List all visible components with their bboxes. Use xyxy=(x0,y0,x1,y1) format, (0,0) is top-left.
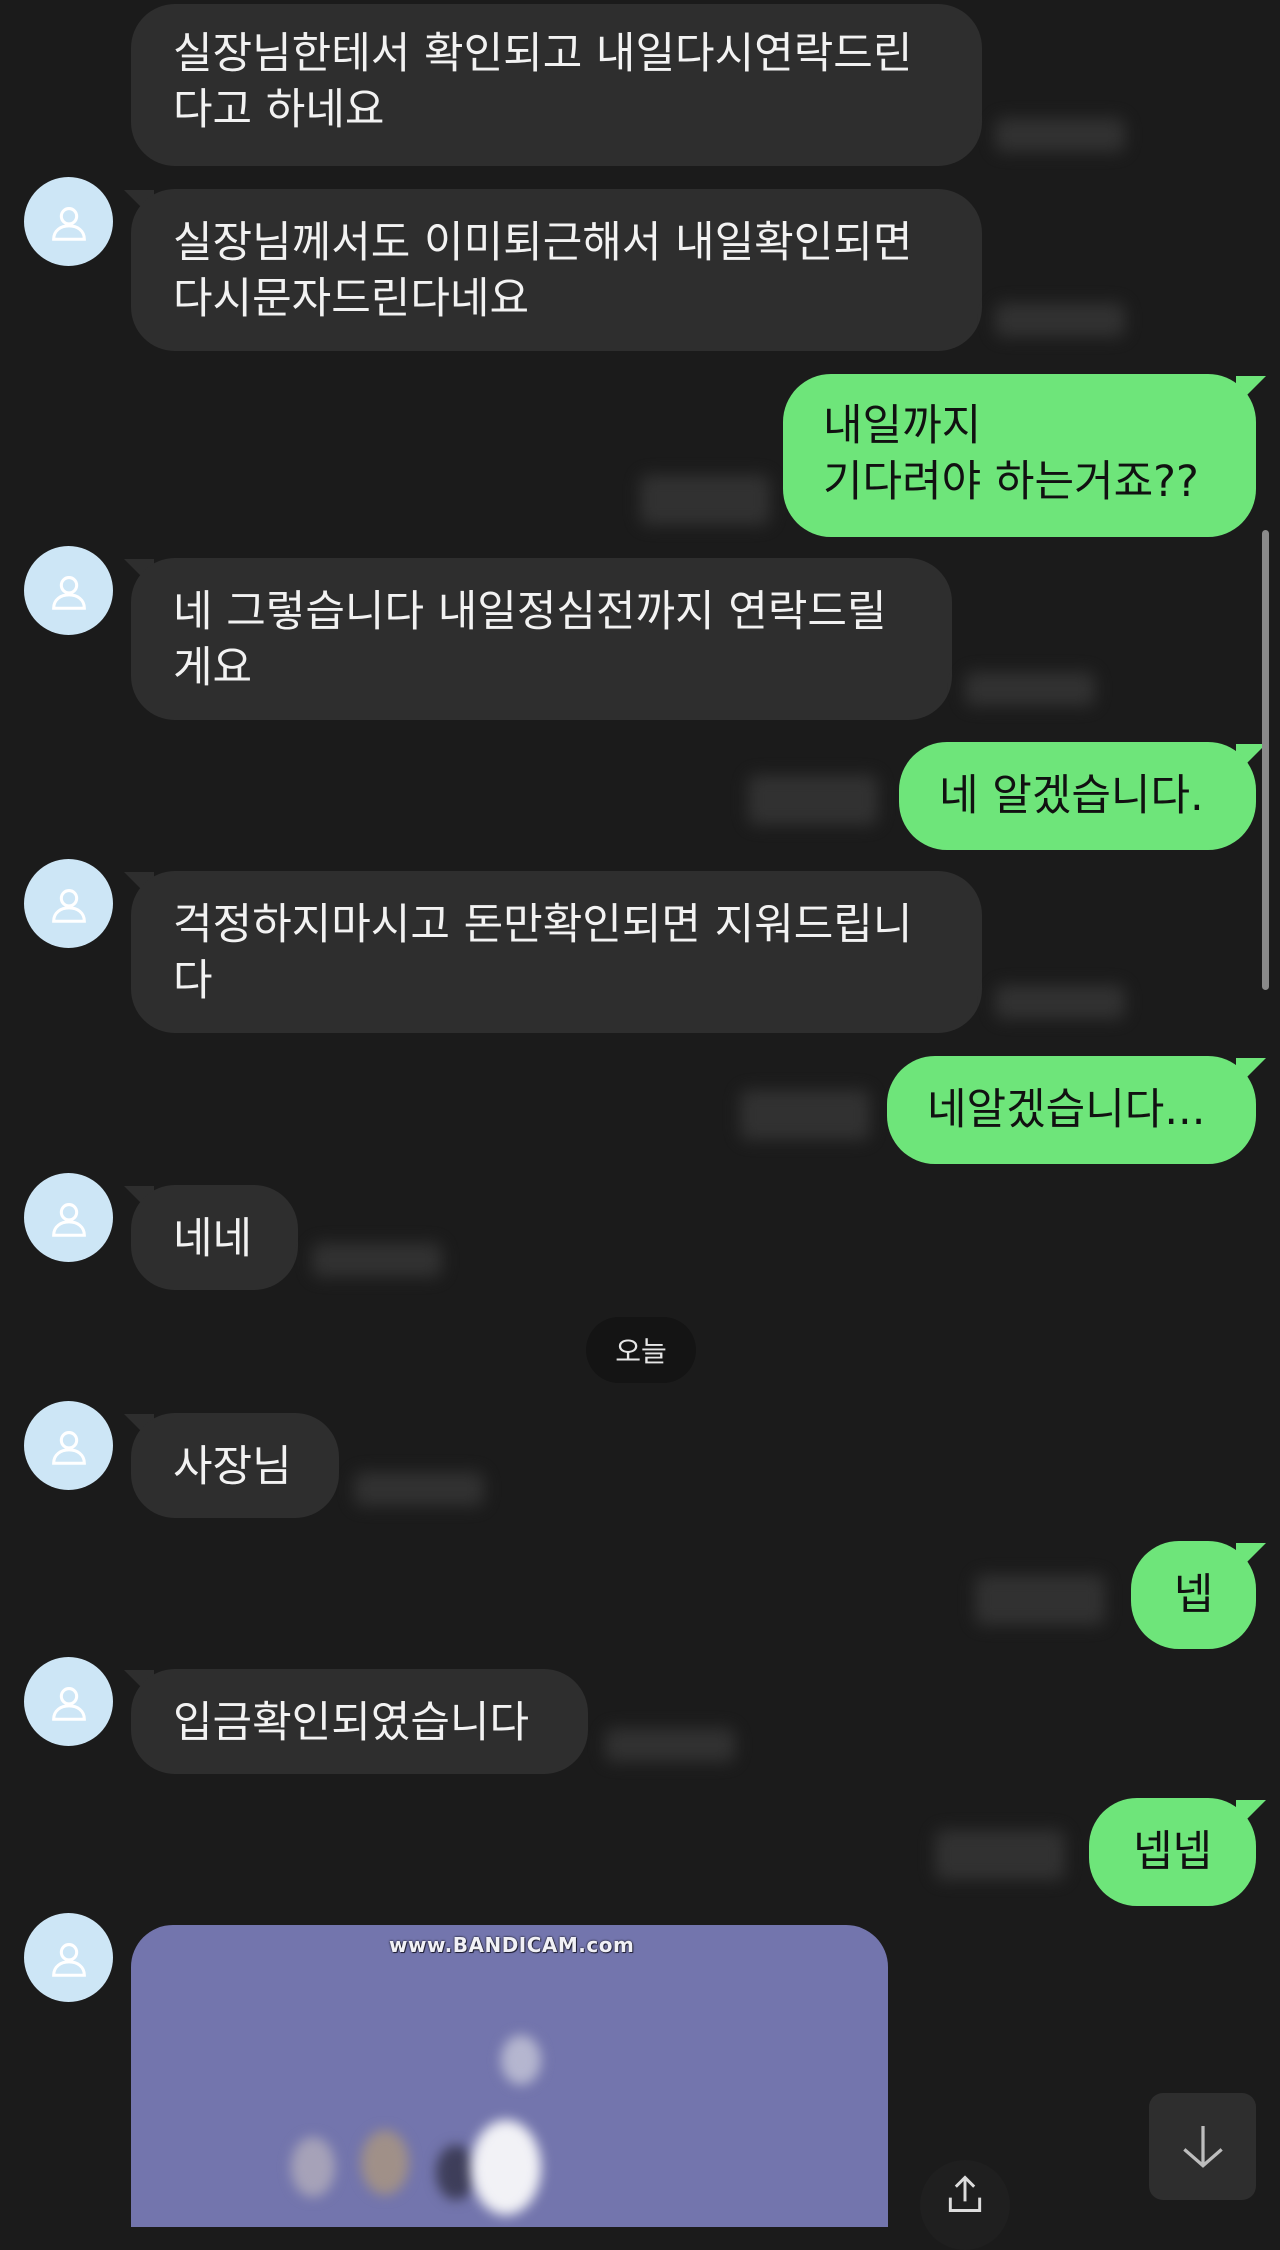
message-time xyxy=(975,1575,1105,1625)
message-time xyxy=(965,672,1095,706)
message-time xyxy=(995,303,1125,337)
message-bubble-outgoing[interactable]: 넵 xyxy=(1131,1541,1256,1649)
message-bubble-incoming[interactable]: 사장님 xyxy=(131,1413,339,1518)
arrow-down-icon xyxy=(1182,2125,1223,2168)
message-bubble-outgoing[interactable]: 네 알겠습니다. xyxy=(899,742,1256,850)
message-bubble-incoming[interactable]: 실장님한테서 확인되고 내일다시연락드린 다고 하네요 xyxy=(131,4,982,166)
avatar[interactable] xyxy=(24,1173,113,1262)
message-bubble-outgoing[interactable]: 네알겠습니다... xyxy=(887,1056,1256,1164)
avatar[interactable] xyxy=(24,1913,113,2002)
message-time xyxy=(312,1243,442,1277)
message-bubble-incoming[interactable]: 입금확인되였습니다 xyxy=(131,1669,588,1774)
message-time xyxy=(605,1728,735,1762)
message-bubble-incoming[interactable]: 실장님께서도 이미퇴근해서 내일확인되면 다시문자드린다네요 xyxy=(131,189,982,351)
scrollbar[interactable] xyxy=(1262,530,1269,990)
image-content xyxy=(361,2130,409,2195)
message-time xyxy=(995,118,1125,152)
person-icon xyxy=(51,206,86,241)
person-icon xyxy=(51,1430,86,1465)
image-message[interactable]: www.BANDICAM.com xyxy=(131,1925,888,2227)
share-icon xyxy=(948,2175,982,2212)
image-content xyxy=(501,2035,541,2085)
avatar[interactable] xyxy=(24,1657,113,1746)
message-bubble-outgoing[interactable]: 내일까지 기다려야 하는거죠?? xyxy=(783,374,1256,537)
avatar[interactable] xyxy=(24,177,113,266)
message-time xyxy=(748,775,878,825)
message-bubble-outgoing[interactable]: 넵넵 xyxy=(1089,1798,1256,1906)
avatar[interactable] xyxy=(24,859,113,948)
image-content xyxy=(436,2145,476,2200)
person-icon xyxy=(51,1942,86,1977)
message-time xyxy=(995,985,1125,1019)
date-separator: 오늘 xyxy=(586,1317,696,1383)
scroll-to-bottom-button[interactable] xyxy=(1149,2093,1256,2200)
message-time xyxy=(354,1472,484,1506)
person-icon xyxy=(51,575,86,610)
image-content xyxy=(471,2120,541,2215)
person-icon xyxy=(51,888,86,923)
message-bubble-incoming[interactable]: 네 그렇습니다 내일정심전까지 연락드릴 게요 xyxy=(131,558,952,720)
message-time xyxy=(935,1830,1065,1880)
message-time xyxy=(640,475,770,525)
person-icon xyxy=(51,1686,86,1721)
image-content xyxy=(291,2137,335,2197)
message-bubble-incoming[interactable]: 네네 xyxy=(131,1185,298,1290)
message-time xyxy=(740,1090,870,1140)
person-icon xyxy=(51,1202,86,1237)
avatar[interactable] xyxy=(24,1401,113,1490)
avatar[interactable] xyxy=(24,546,113,635)
watermark: www.BANDICAM.com xyxy=(389,1933,635,1957)
message-bubble-incoming[interactable]: 걱정하지마시고 돈만확인되면 지워드립니 다 xyxy=(131,871,982,1033)
share-button[interactable] xyxy=(920,2160,1010,2250)
